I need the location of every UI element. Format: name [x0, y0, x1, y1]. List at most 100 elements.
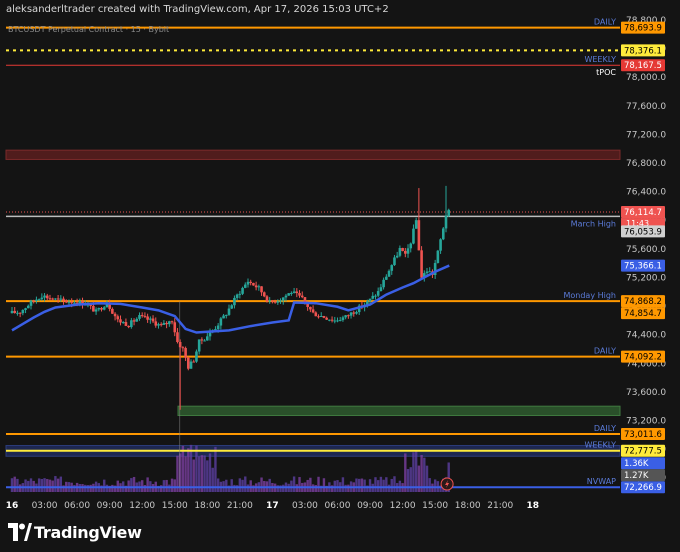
candle-body [73, 302, 76, 304]
x-tick-label: 12:00 [129, 501, 155, 511]
candle-body [387, 270, 391, 277]
volume-bar [292, 476, 296, 492]
candle-body [35, 299, 38, 302]
x-tick-label: 18 [527, 501, 540, 511]
footer-branding: TradingView [0, 514, 680, 552]
volume-tag-text: 1.27K [624, 471, 649, 481]
candle-body [265, 296, 269, 302]
candle-body [192, 361, 196, 363]
x-tick-label: 15:00 [422, 501, 448, 511]
level-label: DAILY [594, 18, 616, 27]
candle-body [425, 271, 429, 274]
volume-bar [37, 478, 41, 492]
candle-body [13, 310, 17, 314]
last-price-tag-text: 76,114.7 [624, 208, 662, 218]
candle-body [347, 315, 350, 317]
volume-bar [412, 452, 415, 492]
candle-body [206, 336, 209, 341]
volume-bar [409, 467, 412, 492]
candle-body [165, 322, 168, 325]
candle-body [284, 295, 288, 298]
volume-bar [390, 478, 393, 492]
volume-bar [162, 480, 166, 492]
volume-bar [16, 478, 19, 492]
candles [10, 185, 451, 410]
candle-body [43, 295, 46, 298]
volume-bar [10, 478, 14, 492]
candle-body [385, 276, 388, 280]
chart-credit: aleksanderltrader created with TradingVi… [6, 4, 389, 15]
y-tick-label: 73,200.0 [626, 416, 666, 426]
volume-bar [374, 477, 377, 492]
candle-body [181, 347, 185, 349]
candle-body [349, 312, 353, 316]
volume-bar [341, 477, 345, 492]
volume-bar [360, 478, 364, 492]
candle-body [238, 293, 242, 295]
candle-body [300, 295, 304, 298]
candle-body [344, 315, 347, 318]
volume-bar [363, 479, 366, 492]
volume-bar [225, 479, 228, 492]
candle-body [314, 312, 318, 317]
candle-body [279, 300, 282, 302]
candle-body [368, 298, 372, 302]
x-tick-label: 21:00 [487, 501, 513, 511]
x-tick-label: 21:00 [227, 501, 253, 511]
candle-body [154, 321, 158, 326]
candle-body [254, 285, 258, 288]
candle-body [243, 284, 247, 288]
x-tick-label: 03:00 [292, 501, 318, 511]
candle-body [273, 301, 277, 303]
candle-body [149, 318, 152, 320]
price-tag-text: 72,266.9 [624, 483, 662, 493]
volume-bar [173, 479, 176, 492]
candle-body [219, 318, 223, 326]
candle-body [355, 312, 358, 314]
volume-bar [54, 476, 57, 492]
x-tick-label: 15:00 [162, 501, 188, 511]
volume-bar [309, 477, 312, 492]
candle-body [319, 316, 323, 318]
tpoc-label: tPOC [596, 68, 616, 77]
candle-body [62, 298, 65, 301]
x-tick-label: 09:00 [357, 501, 383, 511]
candle-body [417, 220, 421, 251]
candle-body [197, 339, 201, 352]
candle-body [21, 309, 25, 314]
volume-bar [165, 479, 168, 492]
lightning-icon[interactable] [440, 477, 454, 491]
volume-bar [111, 484, 114, 492]
candle-body [178, 341, 182, 348]
candle-body [64, 300, 68, 303]
volume-bar [59, 476, 63, 492]
x-tick-label: 06:00 [325, 501, 351, 511]
volume-bar [84, 484, 87, 492]
volume-bar [379, 476, 383, 492]
candle-body [287, 293, 290, 296]
volume-bar [56, 478, 60, 492]
candle-body [187, 357, 190, 369]
candle-body [26, 305, 30, 309]
candle-body [159, 324, 163, 326]
price-chart[interactable]: 78,800.078,400.078,000.077,600.077,200.0… [0, 0, 680, 514]
volume-bar [86, 485, 90, 492]
y-tick-label: 76,400.0 [626, 188, 666, 198]
candle-body [311, 309, 315, 313]
candle-body [143, 315, 147, 317]
volume-bar [89, 484, 92, 492]
candle-body [336, 320, 339, 322]
volume-bar [282, 484, 285, 492]
candle-body [233, 297, 236, 306]
candle-body [439, 239, 442, 251]
y-axis: 78,800.078,400.078,000.077,600.077,200.0… [626, 16, 666, 484]
candle-body [138, 315, 141, 319]
x-tick-label: 16 [6, 501, 19, 511]
volume-bar [376, 480, 380, 492]
candle-body [382, 279, 385, 288]
candle-body [32, 300, 35, 302]
x-tick-label: 18:00 [194, 501, 220, 511]
volume-bar [168, 484, 171, 492]
level-label: WEEKLY [584, 441, 616, 450]
x-tick-label: 09:00 [97, 501, 123, 511]
